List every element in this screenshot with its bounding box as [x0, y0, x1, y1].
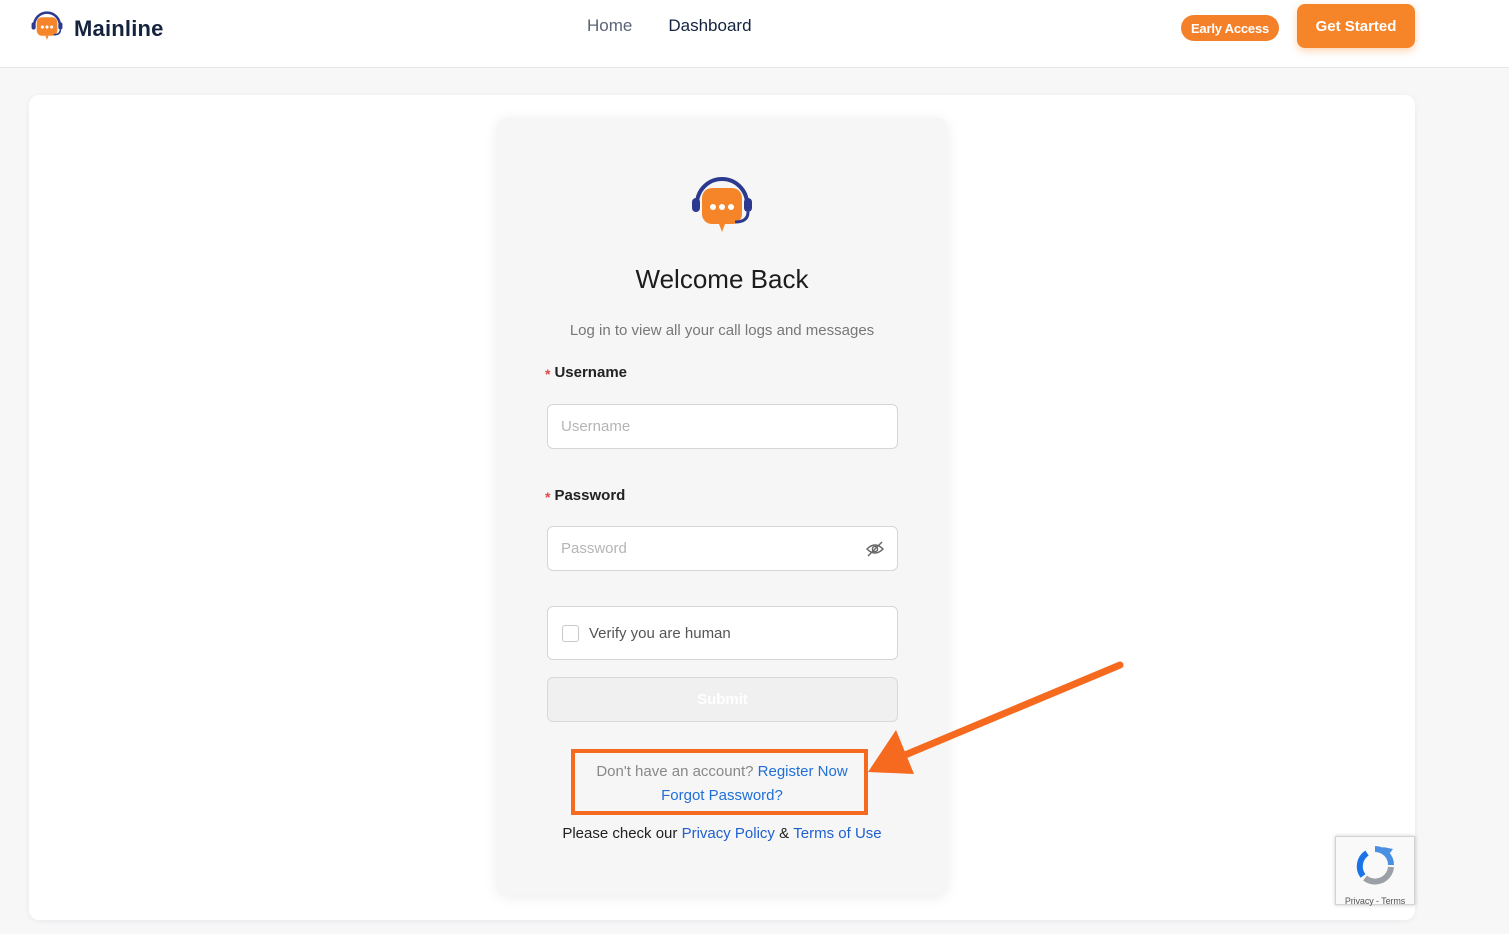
terms-of-use-link[interactable]: Terms of Use: [793, 825, 881, 842]
human-verification[interactable]: Verify you are human: [547, 606, 898, 660]
username-label-text: Username: [554, 364, 627, 381]
password-label-text: Password: [554, 487, 626, 504]
policy-notice: Please check our Privacy Policy & Terms …: [497, 825, 947, 842]
top-navbar: Mainline Home Dashboard Early Access Get…: [0, 0, 1509, 68]
get-started-button[interactable]: Get Started: [1297, 4, 1415, 48]
nav-dashboard[interactable]: Dashboard: [668, 16, 751, 36]
verify-label: Verify you are human: [589, 624, 731, 642]
password-input[interactable]: [547, 526, 898, 571]
login-title: Welcome Back: [635, 264, 809, 294]
annotation-arrow-icon: [860, 660, 1125, 785]
username-label: * Username: [545, 364, 627, 382]
required-mark: *: [545, 489, 551, 505]
login-subtitle: Log in to view all your call logs and me…: [569, 322, 875, 339]
username-input[interactable]: [547, 404, 898, 449]
eye-off-icon[interactable]: [866, 541, 884, 562]
headset-chat-logo-icon: [30, 10, 64, 47]
recaptcha-icon: [1353, 845, 1397, 890]
recaptcha-badge[interactable]: Privacy - Terms: [1335, 836, 1415, 906]
forgot-password-link[interactable]: Forgot Password?: [661, 787, 783, 804]
submit-button[interactable]: Submit: [547, 677, 898, 722]
early-access-badge[interactable]: Early Access: [1181, 15, 1279, 41]
headset-chat-logo-icon: [688, 174, 756, 241]
recaptcha-links[interactable]: Privacy - Terms: [1345, 896, 1405, 906]
privacy-policy-link[interactable]: Privacy Policy: [682, 825, 775, 842]
password-label: * Password: [545, 487, 625, 505]
policy-prefix: Please check our: [562, 825, 678, 842]
verify-checkbox[interactable]: [562, 624, 579, 642]
no-account-text: Don't have an account?: [596, 763, 754, 780]
ampersand: &: [779, 825, 790, 842]
required-mark: *: [545, 366, 551, 382]
brand[interactable]: Mainline: [30, 10, 164, 47]
main-nav: Home Dashboard: [587, 16, 752, 36]
register-link[interactable]: Register Now: [758, 763, 848, 780]
brand-name: Mainline: [74, 15, 164, 41]
nav-home[interactable]: Home: [587, 16, 632, 36]
